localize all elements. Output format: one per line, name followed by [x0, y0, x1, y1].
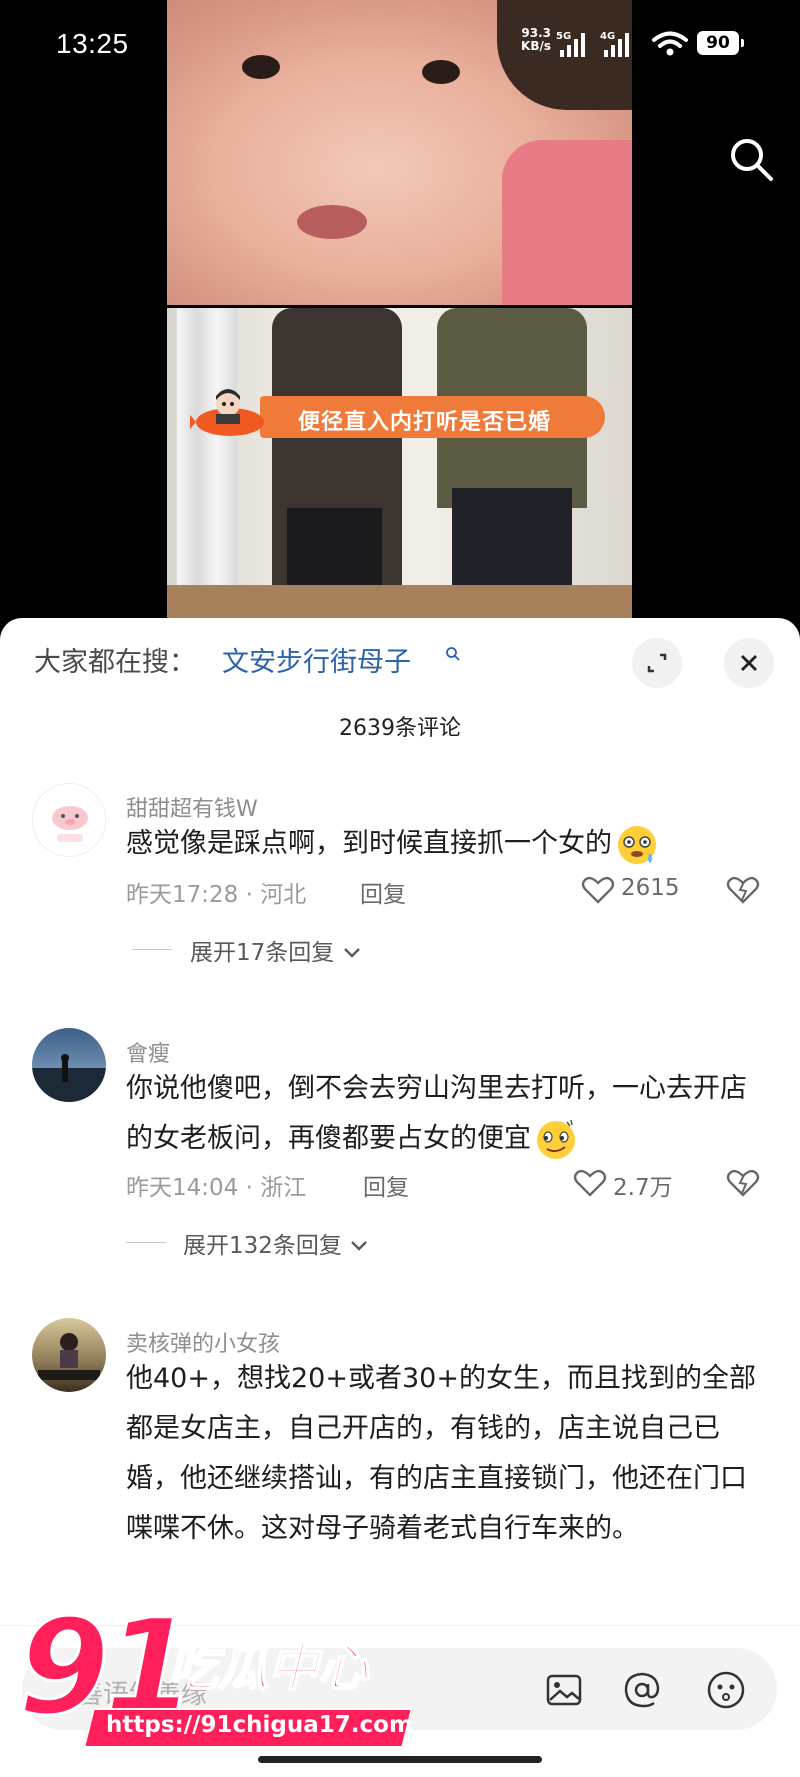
- video-caption-banner: 便径直入内打听是否已婚: [190, 389, 605, 438]
- net-speed-unit: KB/s: [521, 39, 551, 53]
- pig-avatar-icon: [52, 806, 88, 842]
- avatar[interactable]: [32, 1028, 106, 1102]
- suggestion-search-icon: [446, 647, 460, 661]
- signal-4g-icon: 4G: [600, 31, 629, 57]
- expand-icon: [647, 653, 667, 673]
- signal-5g-icon: 5G: [556, 31, 585, 57]
- chevron-down-icon: [351, 1241, 368, 1251]
- fish-mascot-icon: [190, 389, 264, 436]
- battery-indicator: 90: [697, 31, 744, 55]
- video-caption-text: 便径直入内打听是否已婚: [298, 410, 552, 435]
- expand-replies-button[interactable]: 展开17条回复: [190, 933, 362, 967]
- expand-replies-label: 展开17条回复: [190, 940, 335, 966]
- dislike-icon[interactable]: [726, 1167, 760, 1199]
- comment-location: 浙江: [260, 1175, 307, 1201]
- chevron-down-icon: [343, 948, 360, 958]
- smirk-face-emoji-icon: [537, 1119, 575, 1159]
- avatar[interactable]: [32, 1318, 106, 1392]
- wifi-icon: [652, 31, 688, 56]
- dizzy-face-emoji-icon: [618, 825, 656, 864]
- net-5g-label: 5G: [556, 31, 571, 42]
- comment-meta: 昨天14:04 · 浙江: [126, 1175, 307, 1201]
- watermark-logo: 91 吃瓜中心 https://91chigua17.com: [17, 1597, 413, 1758]
- status-time: 13:25: [56, 28, 129, 59]
- landscape-avatar-icon: [32, 1054, 106, 1102]
- search-suggestion-prefix: 大家都在搜：: [34, 647, 196, 678]
- comment-text: 感觉像是踩点啊，到时候直接抓一个女的: [126, 819, 766, 869]
- net-speed: 93.3 KB/s: [513, 27, 551, 53]
- comment-sheet-header: 大家都在搜： 文安步行街母子 2639条评论: [0, 618, 800, 741]
- like-count: 2.7万: [613, 1175, 673, 1201]
- close-icon: [741, 655, 757, 671]
- comment-text-content: 感觉像是踩点啊，到时候直接抓一个女的: [126, 828, 612, 859]
- close-sheet-button[interactable]: [724, 638, 774, 688]
- avatar[interactable]: [32, 783, 106, 857]
- dislike-icon[interactable]: [726, 874, 760, 906]
- expand-replies-button[interactable]: 展开132条回复: [183, 1226, 369, 1260]
- comment-text: 你说他傻吧，倒不会去穷山沟里去打听，一心去开店的女老板问，再傻都要占女的便宜: [126, 1064, 766, 1164]
- comment-text-content: 你说他傻吧，倒不会去穷山沟里去打听，一心去开店的女老板问，再傻都要占女的便宜: [126, 1073, 747, 1154]
- expand-replies-label: 展开132条回复: [183, 1233, 342, 1259]
- emoji-icon[interactable]: [704, 1668, 748, 1712]
- mention-icon[interactable]: [620, 1668, 664, 1712]
- watermark-url: https://91chigua17.com: [106, 1712, 413, 1738]
- search-icon[interactable]: [726, 134, 776, 184]
- like-count: 2615: [621, 875, 680, 901]
- video-player[interactable]: 便径直入内打听是否已婚: [0, 0, 800, 625]
- image-icon[interactable]: [542, 1668, 586, 1712]
- reply-button[interactable]: 回复: [360, 875, 406, 909]
- comment-meta: 昨天17:28 · 河北: [126, 882, 307, 908]
- search-suggestion-link[interactable]: 文安步行街母子: [222, 640, 411, 679]
- comment-time: 昨天14:04: [126, 1175, 239, 1201]
- net-4g-label: 4G: [600, 31, 615, 42]
- comment-count: 2639条评论: [339, 716, 461, 741]
- comment-time: 昨天17:28: [126, 882, 239, 908]
- comment-location: 河北: [260, 882, 307, 908]
- home-indicator[interactable]: [258, 1756, 542, 1763]
- video-frame-scene: [167, 308, 632, 625]
- heart-icon[interactable]: [581, 875, 615, 905]
- reply-button[interactable]: 回复: [363, 1168, 409, 1202]
- status-bar: 13:25 93.3 KB/s 5G 4G 90: [0, 0, 800, 90]
- expand-sheet-button[interactable]: [632, 638, 682, 688]
- heart-icon[interactable]: [573, 1168, 607, 1198]
- comment-text: 他40+，想找20+或者30+的女生，而且找到的全部都是女店主，自己开店的，有钱…: [126, 1363, 756, 1544]
- watermark-name: 吃瓜中心: [167, 1638, 369, 1698]
- girl-avatar-icon: [38, 1333, 100, 1380]
- screen: 便径直入内打听是否已婚 13:25 93.3 KB/s 5G 4G 90 大家都…: [0, 0, 800, 1777]
